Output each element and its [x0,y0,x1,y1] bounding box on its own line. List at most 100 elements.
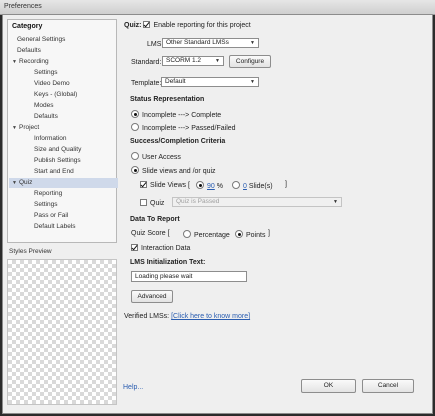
radio-button[interactable] [235,230,243,238]
window-title: Preferences [4,3,42,10]
score-option-label: Points [246,232,266,239]
title-bar: Preferences [0,0,435,15]
radio-button[interactable] [196,181,204,189]
standard-dropdown[interactable]: SCORM 1.2 ▼ [162,56,224,66]
category-item[interactable]: Reporting [34,189,62,199]
enable-reporting-row: Quiz: Enable reporting for this project [124,21,251,29]
chevron-down-icon: ▼ [333,199,338,205]
expand-caret-icon[interactable]: ▼ [12,178,19,188]
percent-value[interactable]: 90 [207,183,215,190]
category-item[interactable]: Keys - (Global) [34,90,77,100]
advanced-button[interactable]: Advanced [131,290,173,303]
radio-button[interactable] [183,230,191,238]
category-item[interactable]: ▼ Quiz [9,178,118,188]
category-item[interactable]: Information [34,134,67,144]
styles-preview-label: Styles Preview [9,248,52,255]
preferences-dialog: Category General Settings Defaults ▼ Record… [2,14,433,414]
category-item[interactable]: ▼ Recording [12,57,49,67]
category-item[interactable]: ▼ Project [12,123,39,133]
quiz-condition-dropdown[interactable]: Quiz is Passed ▼ [172,197,342,207]
category-item-label: Reporting [34,190,63,197]
slide-views-row: Slide Views [ [140,181,190,189]
template-value: Default [165,78,186,85]
slide-views-bracket-close: ] [285,181,287,188]
enable-reporting-checkbox[interactable] [143,21,151,28]
category-item-label: Start and End [34,168,74,175]
quiz-checkbox[interactable] [140,199,147,206]
chevron-down-icon: ▼ [250,40,255,46]
category-item[interactable]: Settings [34,200,58,210]
init-text-input[interactable]: Loading please wait [131,271,247,282]
category-item-label: Pass or Fail [34,212,69,219]
interaction-data-row: Interaction Data [131,244,190,252]
chevron-down-icon: ▼ [250,79,255,85]
status-option-passed-failed[interactable]: Incomplete ---> Passed/Failed [131,123,236,132]
chevron-down-icon: ▼ [215,58,220,64]
verified-lms-link[interactable]: [Click here to know more] [171,313,250,320]
category-item-label: Defaults [17,47,41,54]
category-panel: Category General Settings Defaults ▼ Record… [7,19,118,243]
category-item-label: General Settings [17,36,66,43]
template-label: Template: [131,80,162,87]
cancel-button[interactable]: Cancel [362,379,414,393]
lms-value: Other Standard LMSs [166,39,229,46]
category-item[interactable]: Start and End [34,167,74,177]
percent-label: % [216,183,223,190]
quiz-check-row: Quiz [140,199,164,207]
interaction-data-checkbox[interactable] [131,244,138,251]
category-item-label: Publish Settings [34,157,81,164]
category-item-label: Modes [34,102,54,109]
help-link[interactable]: Help... [123,384,143,391]
category-item[interactable]: Pass or Fail [34,211,68,221]
criteria-option-user-access[interactable]: User Access [131,152,181,161]
category-item[interactable]: Defaults [12,46,41,56]
slides-option[interactable]: 0 Slide(s) [232,181,273,190]
status-option-label: Incomplete ---> Passed/Failed [142,125,236,132]
category-item-label: Video Demo [34,80,70,87]
category-item-label: Defaults [34,113,58,120]
lms-label: LMS: [147,41,164,48]
data-heading: Data To Report [130,216,180,223]
category-item-label: Quiz [19,179,33,186]
category-item[interactable]: General Settings [12,35,65,45]
verified-lms-row: Verified LMSs: [Click here to know more] [124,313,250,320]
configure-button[interactable]: Configure [229,55,271,68]
expand-caret-icon[interactable]: ▼ [12,123,19,133]
status-heading: Status Representation [130,96,205,103]
radio-button[interactable] [131,166,139,174]
interaction-data-label: Interaction Data [141,245,191,252]
category-item[interactable]: Size and Quality [34,145,81,155]
score-option-percentage[interactable]: Percentage [183,230,230,239]
radio-button[interactable] [232,181,240,189]
standard-value: SCORM 1.2 [166,57,202,64]
standard-label: Standard: [131,59,162,66]
criteria-option-label: User Access [142,154,181,161]
category-item[interactable]: Defaults [34,112,58,122]
styles-preview-area [7,259,117,405]
score-bracket-close: ] [268,230,270,237]
radio-button[interactable] [131,123,139,131]
category-item[interactable]: Default Labels [34,222,76,232]
slide-views-checkbox[interactable] [140,181,147,188]
percent-option[interactable]: 90 % [196,181,223,190]
criteria-option-slide-views-quiz[interactable]: Slide views and /or quiz [131,166,216,175]
category-heading: Category [12,23,43,30]
lms-dropdown[interactable]: Other Standard LMSs ▼ [162,38,259,48]
radio-button[interactable] [131,110,139,118]
score-option-points[interactable]: Points [235,230,265,239]
status-option-complete[interactable]: Incomplete ---> Complete [131,110,221,119]
category-item[interactable]: Publish Settings [34,156,81,166]
expand-caret-icon[interactable]: ▼ [12,57,19,67]
category-item[interactable]: Video Demo [34,79,70,89]
category-item-label: Default Labels [34,223,76,230]
category-item[interactable]: Settings [34,68,58,78]
ok-button[interactable]: OK [301,379,356,393]
slides-value[interactable]: 0 [243,183,247,190]
category-item[interactable]: Modes [34,101,54,111]
template-dropdown[interactable]: Default ▼ [161,77,259,87]
status-option-label: Incomplete ---> Complete [142,112,222,119]
radio-button[interactable] [131,152,139,160]
category-item-label: Recording [19,58,49,65]
verified-lms-label: Verified LMSs: [124,313,170,320]
init-text-heading: LMS Initialization Text: [130,259,206,266]
